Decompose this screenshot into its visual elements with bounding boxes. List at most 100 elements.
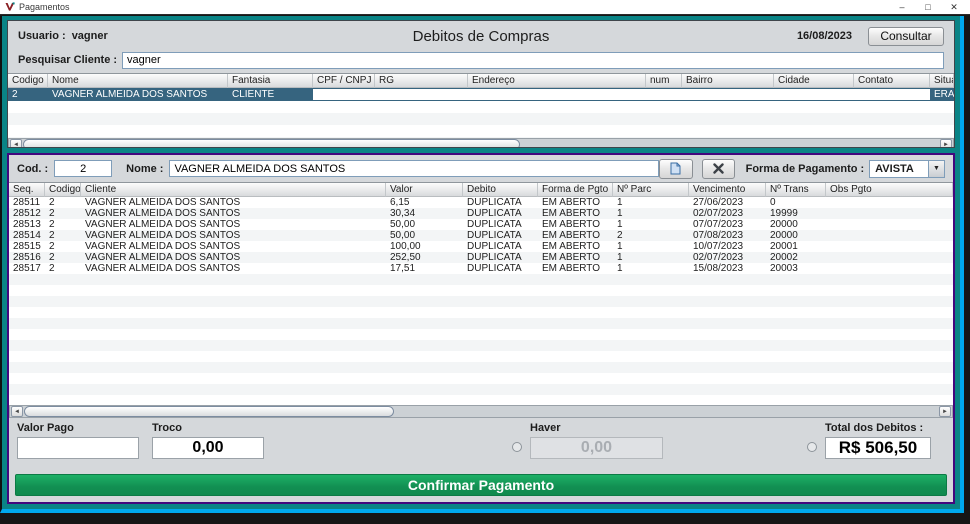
valor-pago-group: Valor Pago xyxy=(17,422,139,459)
total-debitos-label: Total dos Debitos : xyxy=(825,422,931,437)
payment-method-label: Forma de Pagamento : xyxy=(746,163,865,175)
maximize-icon[interactable]: □ xyxy=(917,2,939,12)
troco-group: Troco xyxy=(152,422,264,459)
total-radio[interactable] xyxy=(807,442,817,452)
troco-label: Troco xyxy=(152,422,264,437)
col-n-parc[interactable]: Nº Parc xyxy=(613,183,689,197)
cell-nome: VAGNER ALMEIDA DOS SANTOS xyxy=(48,88,228,101)
scroll-left-icon[interactable]: ◄ xyxy=(11,406,23,417)
col-valor[interactable]: Valor xyxy=(386,183,463,197)
app-window: Usuario : vagner Debitos de Compras 16/0… xyxy=(0,16,964,513)
col-contato[interactable]: Contato xyxy=(854,74,930,88)
col-vencimento[interactable]: Vencimento xyxy=(689,183,766,197)
col-cliente[interactable]: Cliente xyxy=(81,183,386,197)
haver-label: Haver xyxy=(530,422,663,437)
clients-scroll-thumb[interactable] xyxy=(23,139,520,148)
cell-rg xyxy=(375,88,468,101)
debits-table-body: 28511 2 VAGNER ALMEIDA DOS SANTOS 6,15 D… xyxy=(9,197,953,405)
table-row[interactable]: 28515 2 VAGNER ALMEIDA DOS SANTOS 100,00… xyxy=(9,241,953,252)
consultar-button[interactable]: Consultar xyxy=(868,27,944,46)
window-title: Pagamentos xyxy=(19,2,70,12)
cell-cpf-cnpj xyxy=(313,88,375,101)
clients-hscrollbar[interactable]: ◄ ► xyxy=(8,138,954,148)
cell-num xyxy=(646,88,682,101)
close-icon[interactable]: ✕ xyxy=(943,2,965,13)
app-icon xyxy=(5,2,15,12)
nome-label: Nome : xyxy=(126,163,163,175)
document-icon xyxy=(670,162,681,175)
document-button[interactable] xyxy=(659,159,692,179)
table-row[interactable]: 28514 2 VAGNER ALMEIDA DOS SANTOS 50,00 … xyxy=(9,230,953,241)
cell-codigo: 2 xyxy=(8,88,48,101)
nome-field[interactable] xyxy=(169,160,659,177)
cell-cidade xyxy=(774,88,854,101)
payment-method-value: AVISTA xyxy=(870,161,928,177)
current-date: 16/08/2023 xyxy=(797,30,852,42)
valor-pago-label: Valor Pago xyxy=(17,422,139,437)
table-row[interactable]: 28517 2 VAGNER ALMEIDA DOS SANTOS 17,51 … xyxy=(9,263,953,274)
col-cidade[interactable]: Cidade xyxy=(774,74,854,88)
cancel-icon xyxy=(713,163,724,174)
user-label: Usuario : xyxy=(18,30,66,42)
search-row: Pesquisar Cliente : xyxy=(8,50,954,70)
header-row: Usuario : vagner Debitos de Compras 16/0… xyxy=(8,24,954,48)
total-group: Total dos Debitos : xyxy=(825,422,931,459)
cell-fantasia: CLIENTE xyxy=(228,88,313,101)
col-bairro[interactable]: Bairro xyxy=(682,74,774,88)
client-form-row: Cod. : Nome : Forma de Pagamento : AVIST… xyxy=(9,155,953,182)
scroll-right-icon[interactable]: ► xyxy=(939,406,951,417)
col-nome[interactable]: Nome xyxy=(48,74,228,88)
col-fantasia[interactable]: Fantasia xyxy=(228,74,313,88)
col-forma-pgto[interactable]: Forma de Pgto xyxy=(538,183,613,197)
clear-button[interactable] xyxy=(702,159,735,179)
cell-situacao: ERAD xyxy=(930,88,954,101)
debits-table-header: Seq. Codigo Cliente Valor Debito Forma d… xyxy=(9,183,953,197)
debits-table: Seq. Codigo Cliente Valor Debito Forma d… xyxy=(9,182,953,418)
clients-table-header: Codigo Nome Fantasia CPF / CNPJ RG Ender… xyxy=(8,74,954,88)
total-debitos-field xyxy=(825,437,931,459)
cod-field[interactable] xyxy=(54,160,112,177)
client-row-selected[interactable]: 2 VAGNER ALMEIDA DOS SANTOS CLIENTE ERAD xyxy=(8,88,954,101)
cell-endereco xyxy=(468,88,646,101)
col-cpf-cnpj[interactable]: CPF / CNPJ xyxy=(313,74,375,88)
table-row[interactable]: 28513 2 VAGNER ALMEIDA DOS SANTOS 50,00 … xyxy=(9,219,953,230)
minimize-icon[interactable]: – xyxy=(891,2,913,12)
debits-scroll-thumb[interactable] xyxy=(24,406,394,417)
table-row[interactable]: 28516 2 VAGNER ALMEIDA DOS SANTOS 252,50… xyxy=(9,252,953,263)
window-titlebar: Pagamentos – □ ✕ xyxy=(0,0,970,15)
col-rg[interactable]: RG xyxy=(375,74,468,88)
client-search-panel: Usuario : vagner Debitos de Compras 16/0… xyxy=(7,20,955,148)
cod-label: Cod. : xyxy=(17,163,48,175)
haver-radio[interactable] xyxy=(512,442,522,452)
troco-field[interactable] xyxy=(152,437,264,459)
haver-field xyxy=(530,437,663,459)
col-obs-pgto[interactable]: Obs Pgto xyxy=(826,183,953,197)
col-situacao[interactable]: Situação xyxy=(930,74,954,88)
chevron-down-icon[interactable]: ▼ xyxy=(928,161,944,177)
valor-pago-field[interactable] xyxy=(17,437,139,459)
confirmar-pagamento-button[interactable]: Confirmar Pagamento xyxy=(15,474,947,496)
payment-row: Valor Pago Troco Haver Total dos Debitos… xyxy=(9,418,953,472)
payment-method-select[interactable]: AVISTA ▼ xyxy=(869,160,945,178)
col-n-trans[interactable]: Nº Trans xyxy=(766,183,826,197)
col-codigo[interactable]: Codigo xyxy=(8,74,48,88)
clients-table-body xyxy=(8,101,954,138)
haver-group: Haver xyxy=(530,422,663,459)
search-input[interactable] xyxy=(122,52,944,69)
col-codigo[interactable]: Codigo xyxy=(45,183,81,197)
clients-table: Codigo Nome Fantasia CPF / CNPJ RG Ender… xyxy=(8,73,954,148)
table-row[interactable]: 28511 2 VAGNER ALMEIDA DOS SANTOS 6,15 D… xyxy=(9,197,953,208)
haver-wrap: Haver xyxy=(512,422,663,459)
cell-contato xyxy=(854,88,930,101)
debits-hscrollbar[interactable]: ◄ ► xyxy=(9,405,953,418)
scroll-left-icon[interactable]: ◄ xyxy=(10,139,22,148)
scroll-right-icon[interactable]: ► xyxy=(940,139,952,148)
search-label: Pesquisar Cliente : xyxy=(18,54,122,66)
cell-bairro xyxy=(682,88,774,101)
table-row[interactable]: 28512 2 VAGNER ALMEIDA DOS SANTOS 30,34 … xyxy=(9,208,953,219)
col-endereco[interactable]: Endereço xyxy=(468,74,646,88)
col-seq[interactable]: Seq. xyxy=(9,183,45,197)
col-debito[interactable]: Debito xyxy=(463,183,538,197)
user-value: vagner xyxy=(72,30,108,42)
col-num[interactable]: num xyxy=(646,74,682,88)
